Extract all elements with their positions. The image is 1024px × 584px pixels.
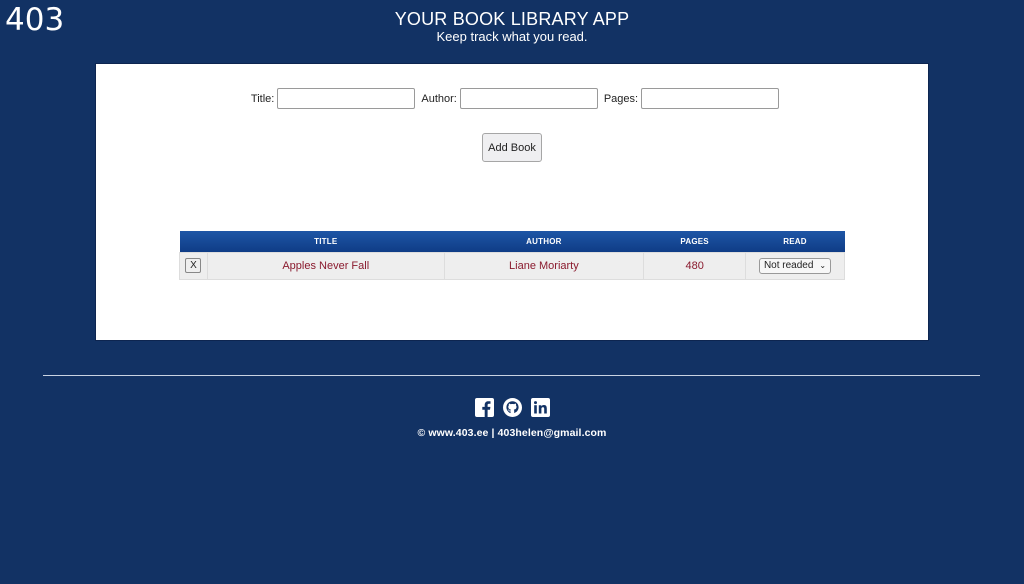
social-links: [0, 398, 1024, 417]
title-input[interactable]: [277, 88, 416, 109]
author-input[interactable]: [459, 88, 598, 109]
title-label: Title:: [250, 92, 275, 105]
table-row: X Apples Never Fall Liane Moriarty 480 N…: [179, 251, 845, 280]
app-subtitle: Keep track what you read.: [436, 29, 588, 44]
add-book-form: Title: Author: Pages:: [96, 88, 928, 109]
books-table: TITLE AUTHOR PAGES READ X Apples Never F…: [179, 231, 845, 280]
book-title-cell: Apples Never Fall: [206, 251, 445, 280]
col-header-title: TITLE: [207, 231, 445, 252]
col-header-author: AUTHOR: [444, 231, 644, 252]
author-label: Author:: [421, 92, 457, 105]
chevron-down-icon: ⌄: [819, 261, 827, 270]
footer-divider: [43, 375, 980, 376]
delete-cell: X: [179, 251, 208, 280]
book-pages-cell: 480: [643, 251, 747, 280]
add-book-button[interactable]: Add Book: [482, 133, 542, 162]
pages-label: Pages:: [603, 92, 639, 105]
header: YOUR BOOK LIBRARY APP Keep track what yo…: [0, 9, 1024, 45]
col-header-delete: [179, 231, 208, 252]
linkedin-icon[interactable]: [530, 398, 550, 417]
github-icon[interactable]: [502, 398, 522, 417]
pages-input[interactable]: [641, 88, 780, 109]
app-title: YOUR BOOK LIBRARY APP: [394, 9, 630, 29]
facebook-icon[interactable]: [474, 398, 494, 417]
book-author-cell: Liane Moriarty: [443, 251, 645, 280]
col-header-read: READ: [745, 231, 845, 252]
col-header-pages: PAGES: [643, 231, 746, 252]
footer-contact: © www.403.ee | 403helen@gmail.com: [417, 427, 607, 439]
library-panel: Title: Author: Pages: Add Book TITLE AUT…: [95, 63, 929, 341]
delete-book-button[interactable]: X: [185, 258, 202, 273]
read-status-value: Not readed: [763, 260, 814, 271]
read-status-select[interactable]: Not readed ⌄: [758, 257, 832, 274]
read-cell: Not readed ⌄: [745, 251, 845, 280]
table-header-row: TITLE AUTHOR PAGES READ: [179, 231, 845, 252]
